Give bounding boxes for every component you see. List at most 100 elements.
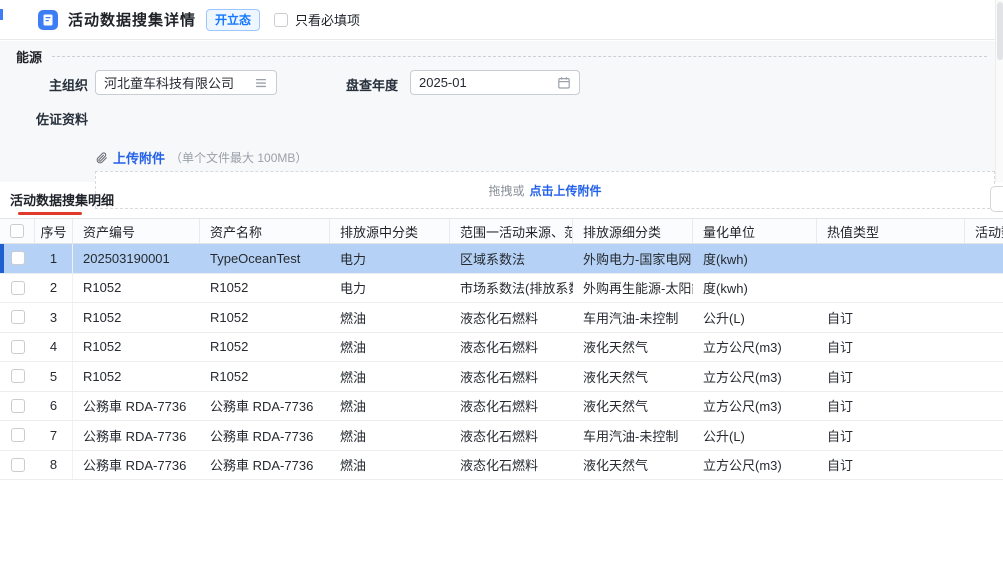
cell-asset-no: R1052 [73, 333, 200, 362]
col-header-sub-category[interactable]: 排放源细分类 [573, 219, 693, 243]
only-required-checkbox[interactable] [274, 13, 288, 27]
cell-mid-category: 燃油 [330, 333, 450, 362]
cell-activity [965, 421, 1003, 450]
vertical-scrollbar[interactable] [995, 0, 1003, 182]
cell-activity [965, 303, 1003, 332]
cell-asset-name: R1052 [200, 333, 330, 362]
energy-form-section: 能源 主组织 河北童车科技有限公司 盘查年度 2025-01 佐证资料 [0, 41, 995, 182]
cell-seq: 2 [35, 274, 73, 303]
col-header-asset-no[interactable]: 资产编号 [73, 219, 200, 243]
col-header-mid-category[interactable]: 排放源中分类 [330, 219, 450, 243]
cell-asset-no: 公務車 RDA-7736 [73, 421, 200, 450]
col-header-asset-name[interactable]: 资产名称 [200, 219, 330, 243]
cell-activity [965, 244, 1003, 273]
clipped-toolbar-button[interactable] [990, 186, 1003, 212]
cell-unit: 度(kwh) [693, 274, 817, 303]
row-checkbox-cell [0, 274, 35, 303]
year-field[interactable]: 2025-01 [410, 70, 580, 95]
cell-sub-category: 液化天然气 [573, 333, 693, 362]
row-checkbox[interactable] [11, 281, 25, 295]
table-row[interactable]: 4 R1052 R1052 燃油 液态化石燃料 液化天然气 立方公尺(m3) 自… [0, 333, 1003, 363]
cell-sub-category: 外购再生能源-太阳能 [573, 274, 693, 303]
tab-activity-detail[interactable]: 活动数据搜集明细 [10, 190, 114, 209]
section-title: 能源 [16, 47, 42, 66]
table-row[interactable]: 3 R1052 R1052 燃油 液态化石燃料 车用汽油-未控制 公升(L) 自… [0, 303, 1003, 333]
page-title: 活动数据搜集详情 [68, 9, 196, 30]
activity-data-detail-page: 活动数据搜集详情 开立态 只看必填项 能源 主组织 河北童车科技有限公司 盘查年… [0, 0, 1003, 564]
cell-scope-method: 液态化石燃料 [450, 303, 573, 332]
row-checkbox-cell [0, 333, 35, 362]
calendar-icon[interactable] [557, 76, 571, 90]
cell-heat-type: 自订 [817, 421, 965, 450]
only-required-label: 只看必填项 [295, 10, 360, 29]
cell-heat-type: 自订 [817, 451, 965, 480]
cell-asset-no: 公務車 RDA-7736 [73, 392, 200, 421]
row-checkbox[interactable] [11, 428, 25, 442]
cell-asset-no: R1052 [73, 362, 200, 391]
select-all-checkbox[interactable] [10, 224, 24, 238]
active-tab-underline [18, 212, 82, 215]
org-value: 河北童车科技有限公司 [104, 73, 254, 92]
row-checkbox-cell [0, 362, 35, 391]
page-header: 活动数据搜集详情 开立态 只看必填项 [0, 0, 995, 40]
cell-seq: 6 [35, 392, 73, 421]
cell-heat-type: 自订 [817, 362, 965, 391]
scrollbar-thumb[interactable] [997, 2, 1003, 60]
row-checkbox[interactable] [11, 399, 25, 413]
cell-activity [965, 362, 1003, 391]
row-checkbox[interactable] [11, 458, 25, 472]
table-row[interactable]: 7 公務車 RDA-7736 公務車 RDA-7736 燃油 液态化石燃料 车用… [0, 421, 1003, 451]
cell-asset-name: R1052 [200, 362, 330, 391]
table-row[interactable]: 1 202503190001 TypeOceanTest 电力 区域系数法 外购… [0, 244, 1003, 274]
cell-seq: 3 [35, 303, 73, 332]
col-header-seq[interactable]: 序号 [35, 219, 73, 243]
col-header-scope-method[interactable]: 范围一活动来源、范... [450, 219, 573, 243]
cell-sub-category: 车用汽油-未控制 [573, 421, 693, 450]
cell-scope-method: 液态化石燃料 [450, 362, 573, 391]
cell-asset-no: R1052 [73, 303, 200, 332]
cell-scope-method: 区域系数法 [450, 244, 573, 273]
cell-mid-category: 电力 [330, 274, 450, 303]
row-checkbox[interactable] [11, 340, 25, 354]
cell-sub-category: 外购电力-国家电网 [573, 244, 693, 273]
col-header-heat-type[interactable]: 热值类型 [817, 219, 965, 243]
cell-unit: 度(kwh) [693, 244, 817, 273]
cell-heat-type: 自订 [817, 303, 965, 332]
attachment-dropzone[interactable]: 拖拽或 点击上传附件 [95, 171, 995, 209]
cell-mid-category: 燃油 [330, 392, 450, 421]
row-checkbox[interactable] [11, 369, 25, 383]
select-all-cell [0, 219, 35, 243]
cell-scope-method: 液态化石燃料 [450, 333, 573, 362]
table-row[interactable]: 5 R1052 R1052 燃油 液态化石燃料 液化天然气 立方公尺(m3) 自… [0, 362, 1003, 392]
only-required-toggle[interactable]: 只看必填项 [274, 10, 360, 29]
cell-activity [965, 451, 1003, 480]
row-checkbox[interactable] [11, 251, 25, 265]
upload-attachment-link[interactable]: 上传附件 [113, 148, 165, 167]
cell-unit: 立方公尺(m3) [693, 392, 817, 421]
dropzone-upload-link[interactable]: 点击上传附件 [530, 182, 602, 199]
list-picker-icon[interactable] [254, 76, 268, 90]
upload-row: 上传附件 （单个文件最大 100MB） [95, 148, 307, 167]
col-header-activity[interactable]: 活动数 [965, 219, 1003, 243]
col-header-unit[interactable]: 量化单位 [693, 219, 817, 243]
cell-mid-category: 燃油 [330, 303, 450, 332]
upload-size-hint: （单个文件最大 100MB） [170, 149, 307, 166]
cell-heat-type [817, 274, 965, 303]
cell-unit: 公升(L) [693, 303, 817, 332]
cell-sub-category: 液化天然气 [573, 392, 693, 421]
row-checkbox[interactable] [11, 310, 25, 324]
table-row[interactable]: 6 公務車 RDA-7736 公務車 RDA-7736 燃油 液态化石燃料 液化… [0, 392, 1003, 422]
paperclip-icon [95, 151, 108, 164]
cell-heat-type: 自订 [817, 392, 965, 421]
cell-seq: 7 [35, 421, 73, 450]
org-field[interactable]: 河北童车科技有限公司 [95, 70, 277, 95]
cell-mid-category: 燃油 [330, 451, 450, 480]
form-document-icon [38, 10, 58, 30]
cell-seq: 1 [35, 244, 73, 273]
cell-unit: 立方公尺(m3) [693, 451, 817, 480]
cell-asset-name: R1052 [200, 274, 330, 303]
table-row[interactable]: 8 公務車 RDA-7736 公務車 RDA-7736 燃油 液态化石燃料 液化… [0, 451, 1003, 481]
cell-mid-category: 燃油 [330, 362, 450, 391]
cell-asset-no: 公務車 RDA-7736 [73, 451, 200, 480]
table-row[interactable]: 2 R1052 R1052 电力 市场系数法(排放系数... 外购再生能源-太阳… [0, 274, 1003, 304]
